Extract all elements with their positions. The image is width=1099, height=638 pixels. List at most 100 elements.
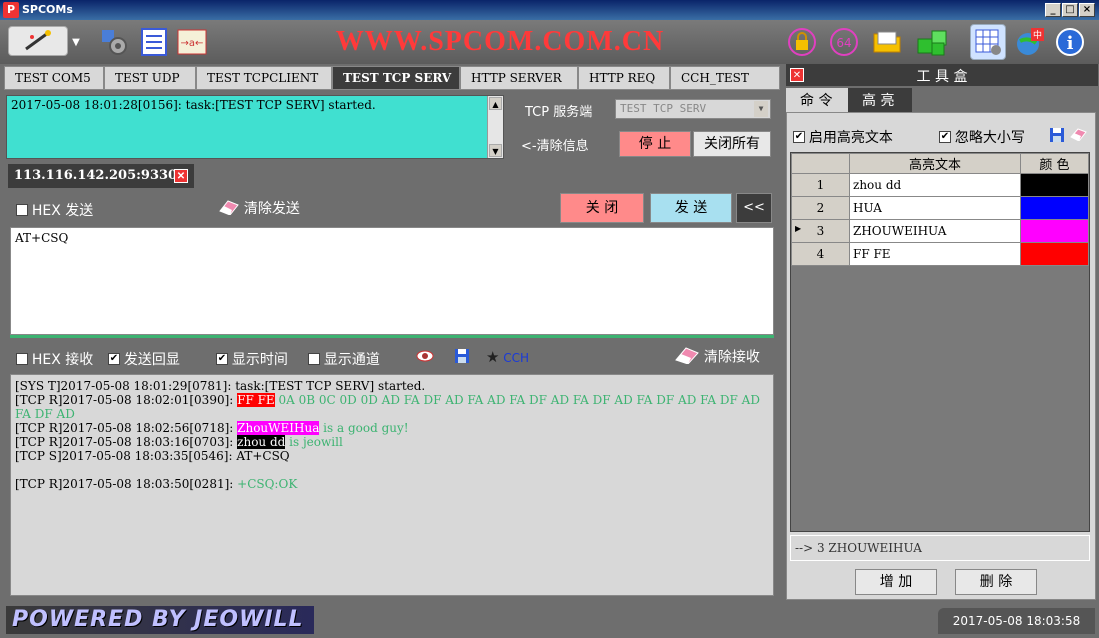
enable-highlight-option[interactable]: 启用高亮文本 xyxy=(793,127,893,147)
connection-tab[interactable]: 113.116.142.205:9330 ✕ xyxy=(8,164,194,188)
list-icon[interactable] xyxy=(138,26,170,58)
delete-button[interactable]: 删 除 xyxy=(955,569,1037,595)
close-button[interactable]: × xyxy=(1079,3,1095,17)
clear-send-button[interactable]: 清除发送 xyxy=(218,198,300,218)
folder-open-icon[interactable] xyxy=(872,26,904,58)
eraser-icon[interactable] xyxy=(1069,127,1087,144)
server-log[interactable]: 2017-05-08 18:01:28[0156]: task:[TEST TC… xyxy=(6,95,504,159)
collapse-button[interactable]: << xyxy=(736,193,772,223)
hex-recv-checkbox[interactable] xyxy=(16,353,28,365)
hex-recv-label: HEX 接收 xyxy=(31,352,94,368)
echo-option[interactable]: 发送回显 xyxy=(108,349,180,369)
tab-test-tcpclient[interactable]: TEST TCPCLIENT xyxy=(196,66,332,90)
hex-send-option[interactable]: HEX 发送 xyxy=(16,200,93,220)
show-time-label: 显示时间 xyxy=(231,352,288,368)
ignore-case-checkbox[interactable] xyxy=(939,131,951,143)
tab-test-com5[interactable]: TEST COM5 xyxy=(4,66,104,90)
highlight-text-cell[interactable]: ZHOUWEIHUA xyxy=(849,219,1021,243)
color-cell[interactable] xyxy=(1020,173,1089,197)
log-data: is a good guy! xyxy=(319,421,409,435)
divider xyxy=(10,335,774,338)
tab-highlight[interactable]: 高 亮 xyxy=(848,88,912,112)
row-index: 1 xyxy=(791,173,850,197)
show-channel-checkbox[interactable] xyxy=(308,353,320,365)
svg-text:中: 中 xyxy=(1033,29,1042,41)
magic-wand-icon[interactable] xyxy=(8,26,68,56)
eraser-icon xyxy=(674,346,700,367)
show-time-checkbox[interactable] xyxy=(216,353,228,365)
echo-checkbox[interactable] xyxy=(108,353,120,365)
server-select[interactable]: TEST TCP SERV ▼ xyxy=(615,99,771,119)
tab-http-server[interactable]: HTTP SERVER xyxy=(460,66,578,90)
server-select-value: TEST TCP SERV xyxy=(620,102,707,115)
save-icon[interactable] xyxy=(454,348,470,367)
close-all-button[interactable]: 关闭所有 xyxy=(693,131,771,157)
info-icon[interactable]: i xyxy=(1054,26,1086,58)
log-line: [TCP R]2017-05-08 18:03:50[0281]: +CSQ:O… xyxy=(15,477,769,491)
svg-text:→a←: →a← xyxy=(181,38,204,49)
highlight-text-cell[interactable]: zhou dd xyxy=(849,173,1021,197)
tab-http-req[interactable]: HTTP REQ xyxy=(578,66,670,90)
save-icon[interactable] xyxy=(1049,127,1065,146)
ignore-case-label: 忽略大小写 xyxy=(954,130,1025,146)
base64-icon[interactable]: 64 xyxy=(828,26,860,58)
toolbox-tabs: 命 令 高 亮 xyxy=(786,88,1096,112)
enable-highlight-checkbox[interactable] xyxy=(793,131,805,143)
hex-send-checkbox[interactable] xyxy=(16,204,28,216)
footer: POWERED BY JEOWILL 2017-05-08 18:03:58 xyxy=(0,602,1099,638)
row-index: 2 xyxy=(791,196,850,220)
server-log-scrollbar[interactable]: ▲ ▼ xyxy=(487,96,503,158)
log-text: [SYS T]2017-05-08 18:01:29[0781]: task:[… xyxy=(15,379,426,393)
scroll-up-icon[interactable]: ▲ xyxy=(489,97,502,110)
lock-icon[interactable] xyxy=(786,26,818,58)
ignore-case-option[interactable]: 忽略大小写 xyxy=(939,127,1025,147)
cch-option[interactable]: ★ CCH xyxy=(486,348,529,366)
tab-commands[interactable]: 命 令 xyxy=(786,88,848,112)
table-row[interactable]: ▶ 3 ZHOUWEIHUA xyxy=(791,219,1089,243)
table-row[interactable]: 4 FF FE xyxy=(791,242,1089,266)
globe-language-icon[interactable]: 中 xyxy=(1014,26,1046,58)
color-cell[interactable] xyxy=(1020,196,1089,220)
log-data: is jeowill xyxy=(285,435,343,449)
minimize-button[interactable]: _ xyxy=(1045,3,1061,17)
highlight-text-cell[interactable]: FF FE xyxy=(849,242,1021,266)
log-line: [TCP S]2017-05-08 18:03:35[0546]: AT+CSQ xyxy=(15,449,769,463)
add-button[interactable]: 增 加 xyxy=(855,569,937,595)
log-prefix: [TCP R]2017-05-08 18:02:56[0718]: xyxy=(15,421,238,435)
log-prefix: [TCP R]2017-05-08 18:03:50[0281]: xyxy=(15,477,238,491)
show-channel-option[interactable]: 显示通道 xyxy=(308,349,380,369)
send-button[interactable]: 发 送 xyxy=(650,193,732,223)
chevron-down-icon[interactable]: ▼ xyxy=(754,101,768,117)
chevron-down-icon[interactable]: ▼ xyxy=(70,32,82,52)
close-connection-icon[interactable]: ✕ xyxy=(174,169,188,183)
banner: WWW.SPCOM.COM.CN xyxy=(335,26,665,57)
clear-info-link[interactable]: <-清除信息 xyxy=(521,135,589,154)
tab-cch-test[interactable]: CCH_TEST xyxy=(670,66,780,90)
clear-recv-button[interactable]: 清除接收 xyxy=(674,346,760,367)
stop-button[interactable]: 停 止 xyxy=(619,131,691,157)
replace-text-icon[interactable]: →a← xyxy=(176,26,208,58)
receive-log[interactable]: [SYS T]2017-05-08 18:01:29[0781]: task:[… xyxy=(10,374,774,596)
gear-icon[interactable] xyxy=(98,26,130,58)
column-header-color: 颜 色 xyxy=(1020,153,1089,174)
toolbox-title: 工 具 盒 xyxy=(916,69,968,85)
show-time-option[interactable]: 显示时间 xyxy=(216,349,288,369)
highlight-table: 高亮文本 颜 色 1 zhou dd 2 HUA ▶ 3 ZHOUWEIHUA 4 xyxy=(790,152,1090,532)
table-settings-icon[interactable] xyxy=(970,24,1006,60)
enable-highlight-label: 启用高亮文本 xyxy=(808,130,893,146)
row-index-selected: ▶ 3 xyxy=(791,219,850,243)
table-row[interactable]: 2 HUA xyxy=(791,196,1089,220)
blocks-icon[interactable] xyxy=(916,26,948,58)
send-input[interactable]: AT+CSQ xyxy=(10,227,774,335)
color-cell[interactable] xyxy=(1020,242,1089,266)
eye-icon[interactable] xyxy=(416,348,434,367)
scroll-down-icon[interactable]: ▼ xyxy=(489,144,502,157)
highlight-text-cell[interactable]: HUA xyxy=(849,196,1021,220)
tab-test-tcp-serv[interactable]: TEST TCP SERV xyxy=(332,66,460,90)
table-row[interactable]: 1 zhou dd xyxy=(791,173,1089,197)
close-conn-button[interactable]: 关 闭 xyxy=(560,193,644,223)
tab-test-udp[interactable]: TEST UDP xyxy=(104,66,196,90)
hex-recv-option[interactable]: HEX 接收 xyxy=(16,349,93,369)
color-cell[interactable] xyxy=(1020,219,1089,243)
maximize-button[interactable]: □ xyxy=(1062,3,1078,17)
